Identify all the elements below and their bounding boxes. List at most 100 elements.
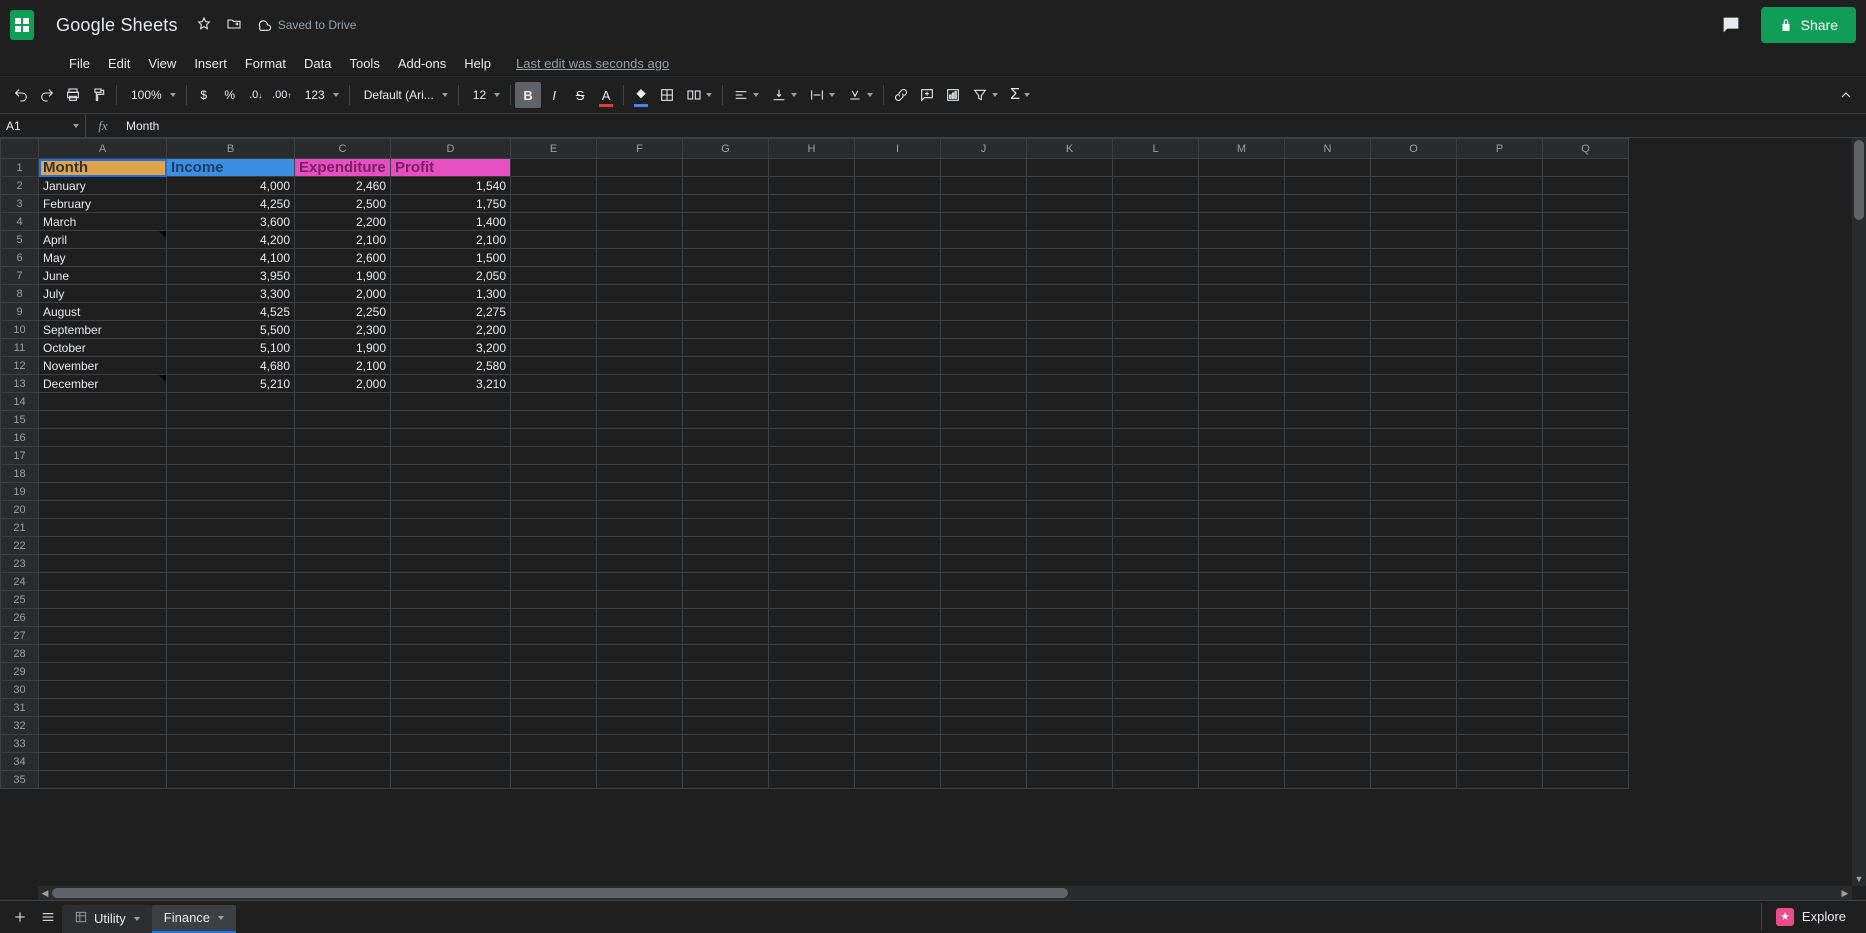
cell[interactable] <box>855 717 941 735</box>
cell[interactable] <box>683 177 769 195</box>
cell[interactable] <box>1371 339 1457 357</box>
cell[interactable] <box>597 627 683 645</box>
cell[interactable] <box>1371 411 1457 429</box>
cell[interactable] <box>39 663 167 681</box>
cell[interactable] <box>39 555 167 573</box>
cell[interactable] <box>941 249 1027 267</box>
add-sheet-button[interactable] <box>6 903 34 931</box>
cell[interactable] <box>1285 717 1371 735</box>
cell[interactable] <box>1027 537 1113 555</box>
cell[interactable] <box>941 357 1027 375</box>
cell[interactable] <box>167 627 295 645</box>
functions-button[interactable]: Σ <box>1004 82 1036 108</box>
cell[interactable]: December <box>39 375 167 393</box>
cell[interactable] <box>1199 177 1285 195</box>
cell[interactable] <box>1285 231 1371 249</box>
cell[interactable] <box>1027 231 1113 249</box>
column-header[interactable]: F <box>597 139 683 159</box>
cell[interactable] <box>1285 213 1371 231</box>
cell[interactable] <box>1457 771 1543 789</box>
cell[interactable] <box>1285 555 1371 573</box>
cell[interactable] <box>1543 411 1629 429</box>
cell[interactable] <box>1199 339 1285 357</box>
cell[interactable] <box>511 393 597 411</box>
cell[interactable] <box>683 753 769 771</box>
cell[interactable] <box>941 735 1027 753</box>
cell[interactable] <box>1543 339 1629 357</box>
cell[interactable] <box>167 699 295 717</box>
cell[interactable] <box>1371 375 1457 393</box>
cell[interactable]: 5,500 <box>167 321 295 339</box>
cell[interactable] <box>941 753 1027 771</box>
cell[interactable]: 2,200 <box>391 321 511 339</box>
cell[interactable]: 2,300 <box>295 321 391 339</box>
cell[interactable] <box>769 753 855 771</box>
cell[interactable] <box>855 285 941 303</box>
cell[interactable] <box>941 483 1027 501</box>
row-header[interactable]: 1 <box>1 159 39 177</box>
row-header[interactable]: 2 <box>1 177 39 195</box>
horizontal-scroll-thumb[interactable] <box>52 888 1068 898</box>
cell[interactable] <box>1457 375 1543 393</box>
cell[interactable] <box>597 465 683 483</box>
cell[interactable] <box>1113 375 1199 393</box>
cell[interactable] <box>1457 501 1543 519</box>
cell[interactable] <box>511 213 597 231</box>
cell[interactable] <box>1113 231 1199 249</box>
cell[interactable] <box>941 267 1027 285</box>
cell[interactable] <box>1113 177 1199 195</box>
row-header[interactable]: 18 <box>1 465 39 483</box>
cell[interactable] <box>511 573 597 591</box>
cell[interactable] <box>1027 753 1113 771</box>
cell[interactable] <box>855 375 941 393</box>
cell[interactable] <box>1027 627 1113 645</box>
cell[interactable] <box>855 555 941 573</box>
cell[interactable] <box>1113 339 1199 357</box>
cell[interactable] <box>597 177 683 195</box>
cell[interactable] <box>1371 249 1457 267</box>
cell[interactable] <box>1543 609 1629 627</box>
cell[interactable] <box>1543 447 1629 465</box>
cell[interactable] <box>769 411 855 429</box>
cell[interactable] <box>1027 501 1113 519</box>
cell[interactable] <box>855 429 941 447</box>
cell[interactable] <box>769 303 855 321</box>
horizontal-align-button[interactable] <box>727 82 765 108</box>
cell[interactable] <box>1371 501 1457 519</box>
cell[interactable] <box>1543 555 1629 573</box>
cell[interactable] <box>1457 159 1543 177</box>
cell[interactable] <box>1027 681 1113 699</box>
cell[interactable] <box>391 429 511 447</box>
sheet-tab[interactable]: Utility <box>62 905 152 933</box>
cell[interactable] <box>1371 213 1457 231</box>
cell[interactable] <box>1543 249 1629 267</box>
cell[interactable] <box>855 609 941 627</box>
cell[interactable]: October <box>39 339 167 357</box>
cell[interactable] <box>597 555 683 573</box>
cell[interactable] <box>1113 627 1199 645</box>
cell[interactable] <box>1027 483 1113 501</box>
redo-button[interactable] <box>34 82 60 108</box>
cell[interactable] <box>769 591 855 609</box>
cell[interactable] <box>1285 573 1371 591</box>
cell[interactable] <box>683 699 769 717</box>
menu-insert[interactable]: Insert <box>185 52 236 75</box>
row-header[interactable]: 29 <box>1 663 39 681</box>
cell[interactable] <box>1371 159 1457 177</box>
cell[interactable] <box>39 429 167 447</box>
cell[interactable] <box>769 609 855 627</box>
cell[interactable] <box>683 357 769 375</box>
italic-button[interactable]: I <box>541 82 567 108</box>
cell[interactable] <box>1027 645 1113 663</box>
cell[interactable] <box>855 681 941 699</box>
cell[interactable] <box>941 537 1027 555</box>
cell[interactable]: 2,000 <box>295 285 391 303</box>
cell[interactable] <box>769 339 855 357</box>
cell[interactable] <box>39 447 167 465</box>
cell[interactable] <box>941 465 1027 483</box>
cell[interactable] <box>769 735 855 753</box>
cell[interactable] <box>1371 753 1457 771</box>
cell[interactable] <box>855 177 941 195</box>
cell[interactable] <box>1371 663 1457 681</box>
cell[interactable] <box>1371 645 1457 663</box>
